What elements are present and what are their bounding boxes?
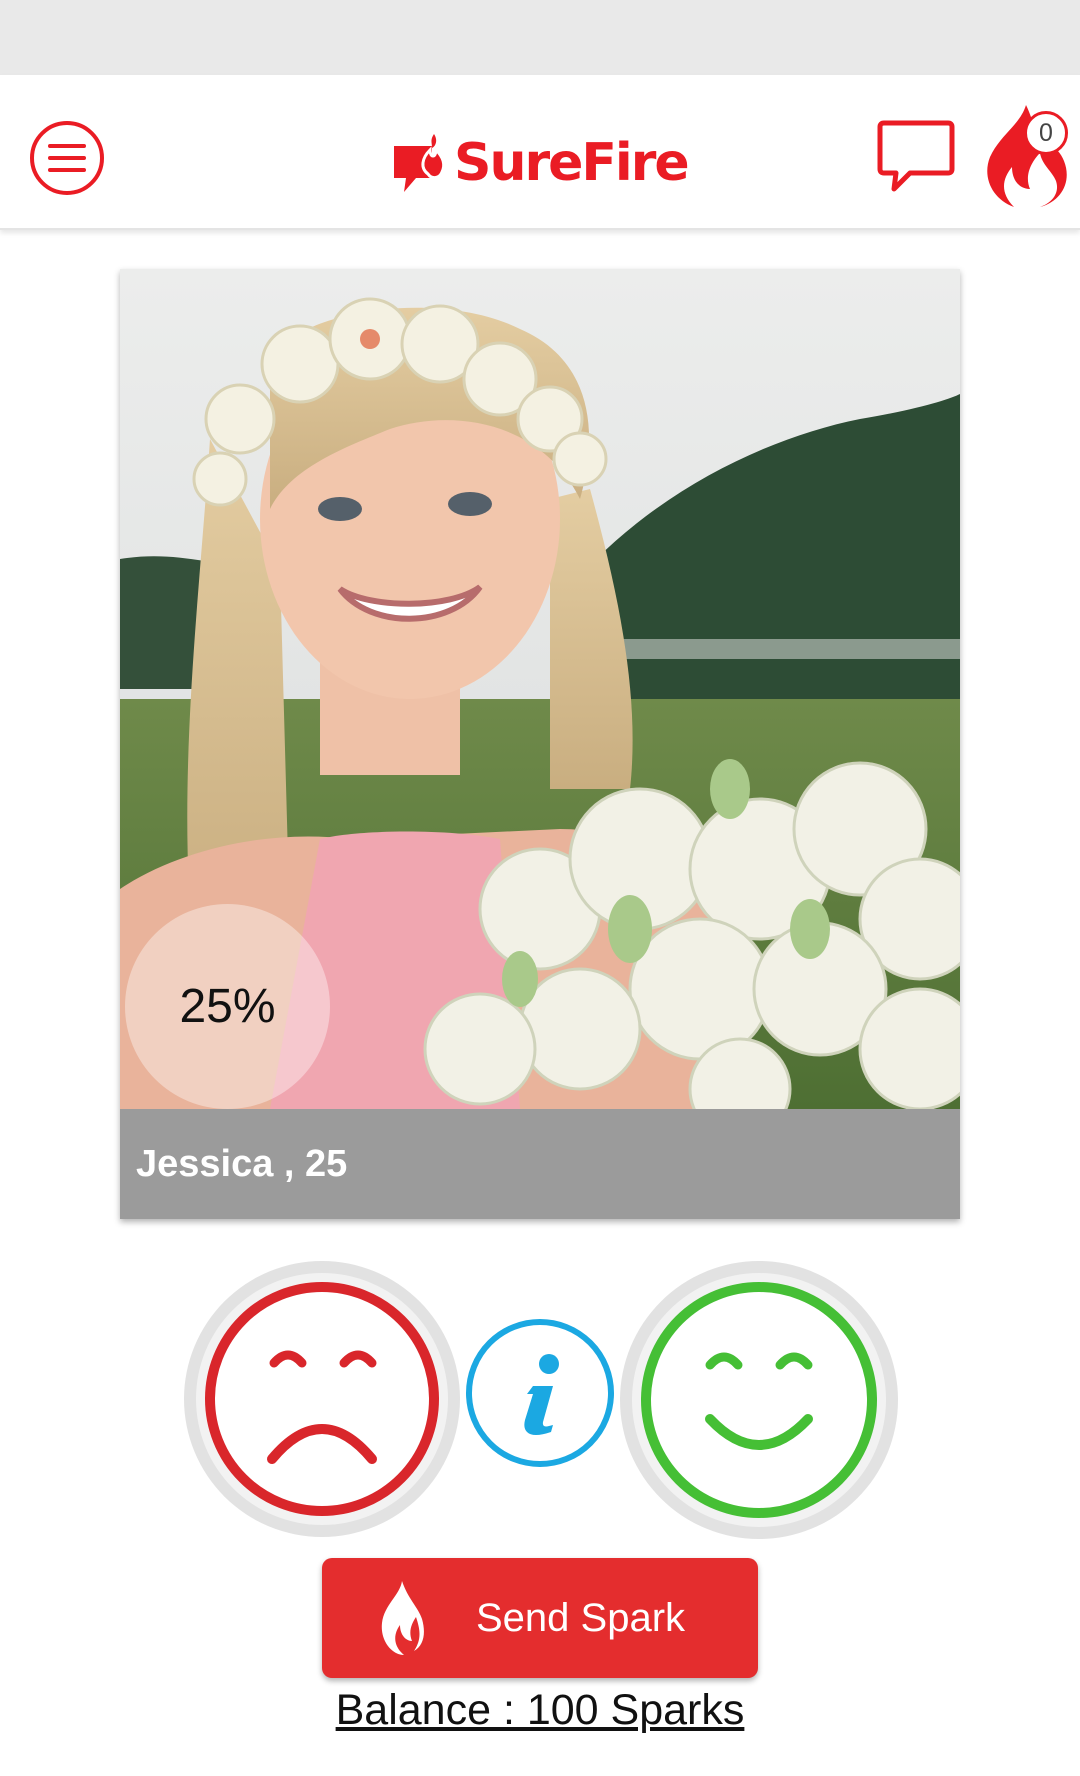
- send-spark-button[interactable]: Send Spark: [322, 1558, 758, 1678]
- profile-photo: 25%: [120, 269, 960, 1109]
- balance-link[interactable]: Balance : 100 Sparks: [0, 1686, 1080, 1735]
- dislike-button[interactable]: [182, 1259, 462, 1539]
- app-logo: SureFire: [392, 123, 690, 203]
- like-button[interactable]: [618, 1259, 900, 1541]
- sad-face-icon: [184, 1261, 460, 1537]
- profile-name-age: Jessica , 25: [120, 1109, 960, 1219]
- menu-icon: [30, 121, 104, 195]
- messages-button[interactable]: [876, 117, 956, 197]
- send-spark-label: Send Spark: [476, 1595, 686, 1640]
- spark-count-badge: 0: [1024, 111, 1068, 155]
- flame-icon: [381, 1581, 424, 1655]
- happy-face-icon: [620, 1261, 898, 1539]
- logo-icon: [394, 134, 446, 192]
- profile-card[interactable]: 25% Jessica , 25: [120, 269, 960, 1219]
- info-icon: [466, 1319, 614, 1467]
- menu-button[interactable]: [29, 120, 105, 196]
- app-name: SureFire: [454, 133, 690, 193]
- sparks-button[interactable]: 0: [980, 101, 1072, 211]
- match-percentage: 25%: [125, 904, 330, 1109]
- status-bar: [0, 0, 1080, 75]
- chat-icon: [877, 120, 955, 192]
- app-bar: SureFire 0: [0, 75, 1080, 230]
- info-button[interactable]: [463, 1316, 618, 1471]
